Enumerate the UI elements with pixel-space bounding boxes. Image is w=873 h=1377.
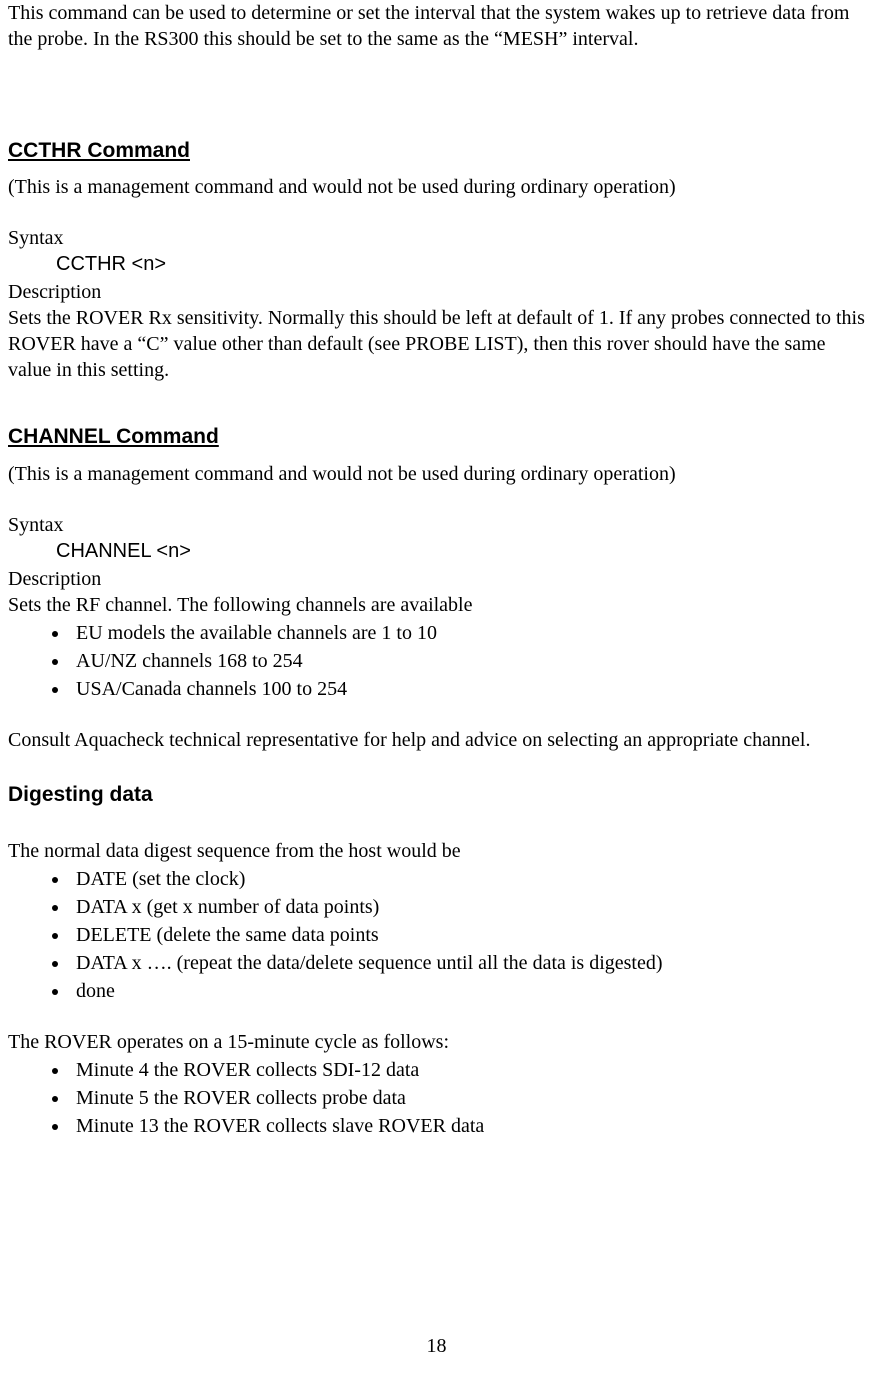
ccthr-syntax-line: CCTHR <n> bbox=[56, 251, 865, 277]
cycle-intro: The ROVER operates on a 15-minute cycle … bbox=[8, 1029, 865, 1055]
list-item: Minute 13 the ROVER collects slave ROVER… bbox=[70, 1113, 865, 1139]
page-number: 18 bbox=[0, 1333, 873, 1359]
cycle-list: Minute 4 the ROVER collects SDI-12 data … bbox=[8, 1057, 865, 1139]
ccthr-description-text: Sets the ROVER Rx sensitivity. Normally … bbox=[8, 305, 865, 383]
channel-heading: CHANNEL Command bbox=[8, 423, 865, 450]
ccthr-syntax-label: Syntax bbox=[8, 225, 865, 251]
channel-syntax-label: Syntax bbox=[8, 512, 865, 538]
channel-advice: Consult Aquacheck technical representati… bbox=[8, 727, 865, 753]
channel-bullets: EU models the available channels are 1 t… bbox=[8, 620, 865, 702]
channel-syntax-line: CHANNEL <n> bbox=[56, 538, 865, 564]
list-item: DATA x (get x number of data points) bbox=[70, 894, 865, 920]
ccthr-note: (This is a management command and would … bbox=[8, 174, 865, 200]
intro-paragraph: This command can be used to determine or… bbox=[8, 0, 865, 52]
ccthr-heading: CCTHR Command bbox=[8, 137, 865, 164]
list-item: USA/Canada channels 100 to 254 bbox=[70, 676, 865, 702]
list-item: AU/NZ channels 168 to 254 bbox=[70, 648, 865, 674]
list-item: Minute 5 the ROVER collects probe data bbox=[70, 1085, 865, 1111]
digesting-heading: Digesting data bbox=[8, 781, 865, 808]
list-item: DATE (set the clock) bbox=[70, 866, 865, 892]
list-item: DATA x …. (repeat the data/delete sequen… bbox=[70, 950, 865, 976]
list-item: Minute 4 the ROVER collects SDI-12 data bbox=[70, 1057, 865, 1083]
list-item: done bbox=[70, 978, 865, 1004]
digesting-intro: The normal data digest sequence from the… bbox=[8, 838, 865, 864]
channel-description-text: Sets the RF channel. The following chann… bbox=[8, 592, 865, 618]
list-item: DELETE (delete the same data points bbox=[70, 922, 865, 948]
ccthr-description-label: Description bbox=[8, 279, 865, 305]
channel-description-label: Description bbox=[8, 566, 865, 592]
digesting-sequence-list: DATE (set the clock) DATA x (get x numbe… bbox=[8, 866, 865, 1004]
list-item: EU models the available channels are 1 t… bbox=[70, 620, 865, 646]
channel-note: (This is a management command and would … bbox=[8, 461, 865, 487]
